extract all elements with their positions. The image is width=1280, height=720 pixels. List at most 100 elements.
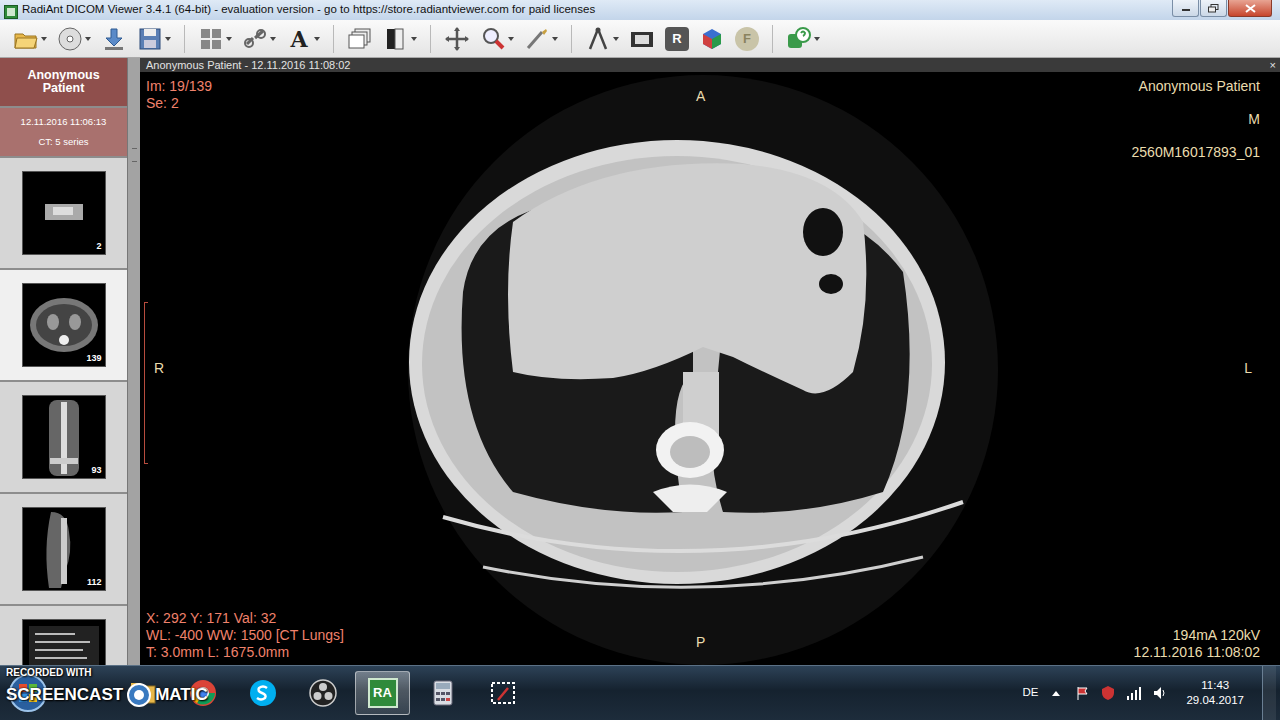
move-cross-button[interactable] bbox=[441, 24, 473, 54]
dropdown-caret-icon[interactable] bbox=[314, 37, 320, 41]
taskbar-app-button[interactable] bbox=[235, 671, 290, 715]
angle-compass-button[interactable] bbox=[582, 24, 622, 54]
skype-icon[interactable] bbox=[248, 678, 278, 708]
open-folder-button[interactable] bbox=[10, 24, 50, 54]
image-canvas[interactable]: Im: 19/139Se: 2Anonymous PatientM2560M16… bbox=[140, 72, 1280, 665]
dropdown-caret-icon[interactable] bbox=[814, 37, 820, 41]
toolbar: ARF bbox=[0, 20, 1280, 58]
dvd-icon bbox=[57, 26, 83, 52]
measure-brush-button[interactable] bbox=[521, 24, 561, 54]
help-button[interactable] bbox=[783, 24, 823, 54]
reset-tool-button[interactable]: R bbox=[662, 25, 692, 53]
layout-grid-button[interactable] bbox=[195, 24, 235, 54]
window-title: RadiAnt DICOM Viewer 3.4.1 (64-bit) - ev… bbox=[22, 1, 1172, 18]
title-bar[interactable]: RadiAnt DICOM Viewer 3.4.1 (64-bit) - ev… bbox=[0, 0, 1280, 20]
close-button[interactable] bbox=[1228, 0, 1272, 17]
taskbar-app-button[interactable] bbox=[295, 671, 350, 715]
reset-tool-glyph: R bbox=[665, 27, 689, 51]
show-hidden-icon[interactable] bbox=[1048, 685, 1064, 701]
3d-cube-button[interactable] bbox=[696, 24, 728, 54]
taskbar-app-button[interactable] bbox=[115, 671, 170, 715]
sidebar-scrollbar[interactable] bbox=[127, 58, 140, 665]
taskbar-app-button[interactable] bbox=[475, 671, 530, 715]
series-image-count: 93 bbox=[91, 464, 101, 478]
study-entry[interactable]: 12.11.2016 11:06:13CT: 5 series bbox=[0, 108, 127, 156]
patient-header[interactable]: Anonymous Patient bbox=[0, 58, 127, 106]
cine-film-button[interactable] bbox=[626, 24, 658, 54]
move-cross-icon bbox=[444, 26, 470, 52]
toolbar-separator bbox=[772, 25, 773, 53]
3d-cube-icon bbox=[699, 26, 725, 52]
watermark-caption: RECORDED WITH bbox=[6, 667, 208, 679]
dropdown-caret-icon[interactable] bbox=[411, 37, 417, 41]
clock-time: 11:43 bbox=[1201, 678, 1229, 693]
dropdown-caret-icon[interactable] bbox=[41, 37, 47, 41]
taskbar-app-button[interactable] bbox=[415, 671, 470, 715]
series-tile[interactable]: 112 bbox=[0, 494, 127, 604]
window-level-button[interactable] bbox=[380, 24, 420, 54]
dropdown-caret-icon[interactable] bbox=[270, 37, 276, 41]
dropdown-caret-icon[interactable] bbox=[226, 37, 232, 41]
series-tile[interactable]: 139 bbox=[0, 270, 127, 380]
open-folder-icon bbox=[13, 26, 39, 52]
input-language[interactable]: DE bbox=[1022, 684, 1038, 701]
network-icon[interactable] bbox=[1126, 685, 1142, 701]
taskbar-app-button[interactable]: RA bbox=[355, 671, 410, 715]
taskbar-clock[interactable]: 11:4329.04.2017 bbox=[1178, 678, 1252, 708]
zoom-icon bbox=[480, 26, 506, 52]
show-desktop-button[interactable] bbox=[1262, 666, 1276, 720]
snipping-icon[interactable] bbox=[488, 678, 518, 708]
sync-link-icon bbox=[242, 26, 268, 52]
viewer-panel: Anonymous Patient - 12.11.2016 11:08:02×… bbox=[140, 58, 1280, 665]
series-thumbnail[interactable] bbox=[22, 619, 106, 665]
dropdown-caret-icon[interactable] bbox=[85, 37, 91, 41]
viewer-title: Anonymous Patient - 12.11.2016 11:08:02 bbox=[146, 58, 1270, 72]
save-button[interactable] bbox=[134, 24, 174, 54]
cine-film-icon bbox=[629, 26, 655, 52]
download-button[interactable] bbox=[98, 24, 130, 54]
series-thumbnail[interactable]: 112 bbox=[22, 507, 106, 591]
text-tool-button[interactable]: A bbox=[283, 24, 323, 54]
series-tile[interactable]: 2 bbox=[0, 158, 127, 268]
series-stack-button[interactable] bbox=[344, 24, 376, 54]
series-thumbnail[interactable]: 2 bbox=[22, 171, 106, 255]
explorer-icon[interactable] bbox=[128, 678, 158, 708]
series-thumbnail[interactable]: 139 bbox=[22, 283, 106, 367]
toolbar-separator bbox=[184, 25, 185, 53]
ct-slice-image[interactable] bbox=[403, 72, 1003, 665]
viewer-close-button[interactable]: × bbox=[1270, 58, 1276, 72]
orientation-marker: L bbox=[1244, 360, 1252, 377]
security-icon[interactable] bbox=[1100, 685, 1116, 701]
dropdown-caret-icon[interactable] bbox=[508, 37, 514, 41]
flag-icon[interactable] bbox=[1074, 685, 1090, 701]
fusion-tool-button[interactable]: F bbox=[732, 25, 762, 53]
overlay-bottom-left-line: WL: -400 WW: 1500 [CT Lungs] bbox=[146, 627, 344, 644]
dropdown-caret-icon[interactable] bbox=[613, 37, 619, 41]
start-button[interactable] bbox=[0, 673, 55, 713]
taskbar-apps: RA bbox=[55, 671, 530, 715]
layout-grid-icon bbox=[198, 26, 224, 52]
taskbar-app-button[interactable] bbox=[175, 671, 230, 715]
chrome-icon[interactable] bbox=[188, 678, 218, 708]
system-tray: DE 11:4329.04.2017 bbox=[1022, 666, 1280, 720]
dvd-button[interactable] bbox=[54, 24, 94, 54]
overlay-top-right-line: 2560M16017893_01 bbox=[1132, 144, 1260, 161]
minimize-button[interactable] bbox=[1172, 0, 1199, 17]
watermark-word: SCREENCAST bbox=[6, 684, 123, 706]
series-tile[interactable] bbox=[0, 606, 127, 665]
radiant-app-icon[interactable]: RA bbox=[368, 678, 398, 708]
obs-icon[interactable] bbox=[308, 678, 338, 708]
series-tile[interactable]: 93 bbox=[0, 382, 127, 492]
zoom-button[interactable] bbox=[477, 24, 517, 54]
sync-link-button[interactable] bbox=[239, 24, 279, 54]
overlay-bottom-right-line: 194mA 120kV bbox=[1134, 627, 1260, 644]
volume-icon[interactable] bbox=[1152, 685, 1168, 701]
recording-watermark: RECORDED WITHSCREENCASTMATIC bbox=[6, 667, 208, 708]
overlay-top-right: Anonymous PatientM2560M16017893_01 bbox=[1132, 78, 1260, 177]
dropdown-caret-icon[interactable] bbox=[552, 37, 558, 41]
scroll-grip[interactable] bbox=[132, 148, 137, 162]
restore-button[interactable] bbox=[1200, 0, 1227, 17]
series-thumbnail[interactable]: 93 bbox=[22, 395, 106, 479]
calculator-icon[interactable] bbox=[428, 678, 458, 708]
dropdown-caret-icon[interactable] bbox=[165, 37, 171, 41]
